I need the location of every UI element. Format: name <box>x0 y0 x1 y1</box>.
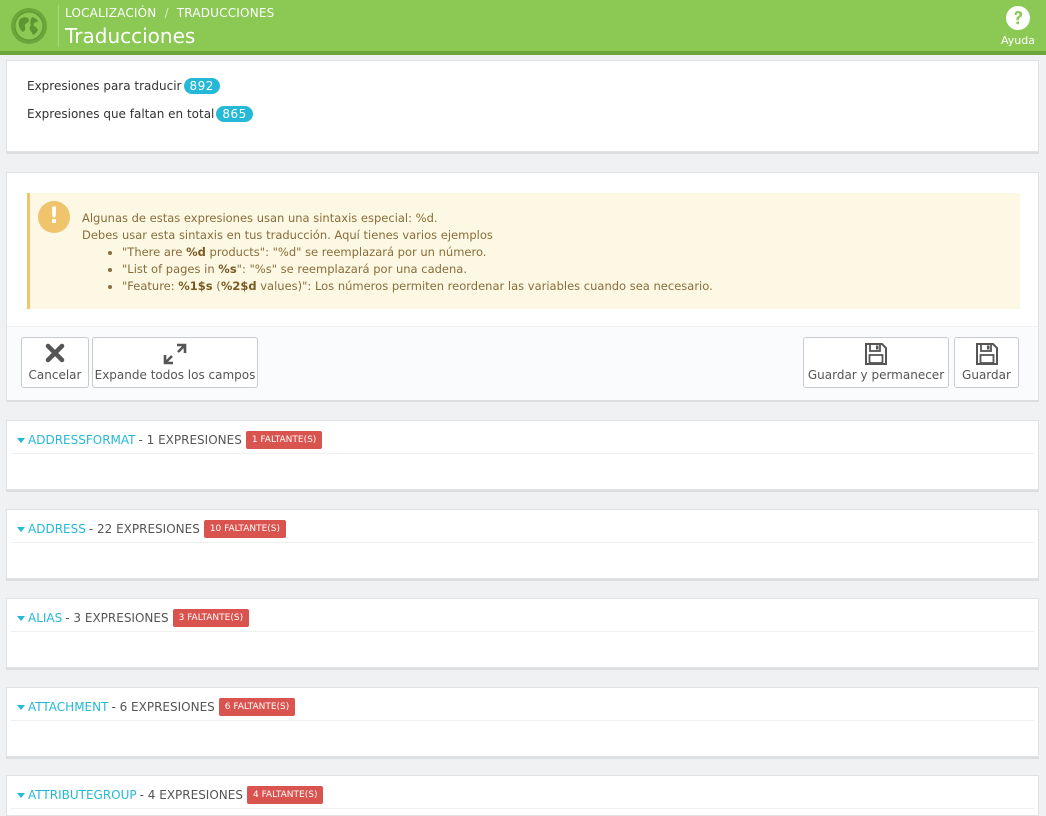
floppy-disk-icon <box>804 338 948 368</box>
stat-missing: Expresiones que faltan en total 865 <box>27 106 253 122</box>
save-button[interactable]: Guardar <box>954 337 1019 388</box>
section-name[interactable]: ADDRESSFORMAT <box>28 433 136 447</box>
syntax-warning-alert: ! Algunas de estas expresiones usan una … <box>27 193 1020 309</box>
section-divider <box>11 453 1034 454</box>
cancel-button[interactable]: Cancelar <box>21 337 89 388</box>
caret-down-icon <box>17 704 25 710</box>
save-label: Guardar <box>962 368 1011 382</box>
caret-down-icon <box>17 437 25 443</box>
section-divider <box>11 631 1034 632</box>
expand-arrows-icon <box>93 338 257 368</box>
page-title: Traducciones <box>65 24 196 48</box>
section-address: ADDRESS - 22 EXPRESIONES 10 FALTANTE(S) <box>6 509 1039 579</box>
help-button[interactable]: Ayuda <box>1000 6 1036 47</box>
alert-line-2: Debes usar esta sintaxis en tus traducci… <box>82 228 493 242</box>
stat-missing-count: 865 <box>216 106 253 122</box>
section-addressformat: ADDRESSFORMAT - 1 EXPRESIONES 1 FALTANTE… <box>6 420 1039 490</box>
stats-panel: Expresiones para traducir 892 Expresione… <box>6 60 1039 152</box>
breadcrumb-separator: / <box>164 6 169 20</box>
section-divider <box>11 720 1034 721</box>
alert-example-3: "Feature: %1$s (%2$d values)": Los númer… <box>122 278 713 295</box>
breadcrumb: LOCALIZACIÓN / TRADUCCIONES <box>65 6 274 20</box>
caret-down-icon <box>17 526 25 532</box>
close-icon <box>22 338 88 368</box>
missing-badge: 6 FALTANTE(S) <box>218 698 296 716</box>
expand-all-label: Expande todos los campos <box>94 368 256 382</box>
alert-example-1: "There are %d products": "%d" se reempla… <box>122 244 713 261</box>
section-name[interactable]: ATTACHMENT <box>28 700 108 714</box>
section-name[interactable]: ALIAS <box>28 611 62 625</box>
expand-all-button[interactable]: Expande todos los campos <box>92 337 258 388</box>
section-header[interactable]: ATTRIBUTEGROUP - 4 EXPRESIONES 4 FALTANT… <box>17 786 324 804</box>
breadcrumb-item-traducciones[interactable]: TRADUCCIONES <box>177 6 275 20</box>
stat-to-translate: Expresiones para traducir 892 <box>27 78 220 94</box>
section-count: - 3 EXPRESIONES <box>65 611 169 625</box>
stat-missing-label: Expresiones que faltan en total <box>27 107 215 121</box>
exclamation-icon: ! <box>38 201 70 233</box>
section-header[interactable]: ATTACHMENT - 6 EXPRESIONES 6 FALTANTE(S) <box>17 698 296 716</box>
top-header: LOCALIZACIÓN / TRADUCCIONES Traducciones A… <box>0 0 1046 55</box>
alert-example-2: "List of pages in %s": "%s" se reemplaza… <box>122 261 713 278</box>
section-attributegroup: ATTRIBUTEGROUP - 4 EXPRESIONES 4 FALTANT… <box>6 775 1039 816</box>
caret-down-icon <box>17 792 25 798</box>
form-toolbar: Cancelar Expande todos los campos Guarda… <box>7 326 1038 400</box>
stat-to-translate-label: Expresiones para traducir <box>27 79 182 93</box>
missing-badge: 10 FALTANTE(S) <box>203 520 287 538</box>
translation-form-panel: ! Algunas de estas expresiones usan una … <box>6 172 1039 400</box>
globe-icon <box>11 8 47 44</box>
breadcrumb-item-localizacion[interactable]: LOCALIZACIÓN <box>65 6 156 20</box>
section-attachment: ATTACHMENT - 6 EXPRESIONES 6 FALTANTE(S) <box>6 687 1039 757</box>
save-and-stay-label: Guardar y permanecer <box>807 368 945 382</box>
section-count: - 22 EXPRESIONES <box>88 522 200 536</box>
missing-badge: 4 FALTANTE(S) <box>246 786 324 804</box>
section-name[interactable]: ADDRESS <box>28 522 86 536</box>
cancel-label: Cancelar <box>28 368 82 382</box>
section-count: - 4 EXPRESIONES <box>139 788 243 802</box>
section-count: - 6 EXPRESIONES <box>111 700 215 714</box>
header-divider <box>58 5 59 47</box>
section-header[interactable]: ALIAS - 3 EXPRESIONES 3 FALTANTE(S) <box>17 609 250 627</box>
caret-down-icon <box>17 615 25 621</box>
section-divider <box>11 808 1034 809</box>
save-and-stay-button[interactable]: Guardar y permanecer <box>803 337 949 388</box>
alert-line-1: Algunas de estas expresiones usan una si… <box>82 211 438 225</box>
alert-text: Algunas de estas expresiones usan una si… <box>82 210 713 295</box>
floppy-disk-icon <box>955 338 1018 368</box>
section-count: - 1 EXPRESIONES <box>138 433 242 447</box>
stat-to-translate-count: 892 <box>183 78 220 94</box>
section-header[interactable]: ADDRESSFORMAT - 1 EXPRESIONES 1 FALTANTE… <box>17 431 323 449</box>
help-label: Ayuda <box>1001 34 1035 47</box>
section-alias: ALIAS - 3 EXPRESIONES 3 FALTANTE(S) <box>6 598 1039 668</box>
section-divider <box>11 542 1034 543</box>
missing-badge: 1 FALTANTE(S) <box>245 431 323 449</box>
section-name[interactable]: ATTRIBUTEGROUP <box>28 788 137 802</box>
section-header[interactable]: ADDRESS - 22 EXPRESIONES 10 FALTANTE(S) <box>17 520 287 538</box>
missing-badge: 3 FALTANTE(S) <box>172 609 250 627</box>
question-circle-icon <box>1006 6 1030 30</box>
alert-examples: "There are %d products": "%d" se reempla… <box>122 244 713 295</box>
